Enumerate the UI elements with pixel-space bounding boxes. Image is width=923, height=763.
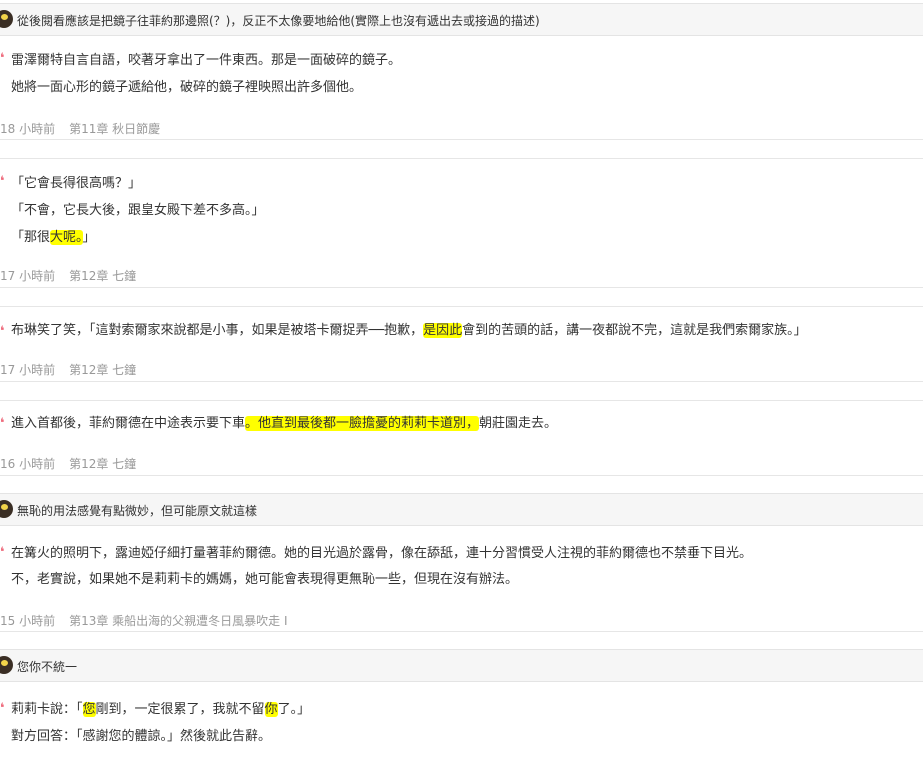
quote-line: 雷澤爾特自言自語，咬著牙拿出了一件東西。那是一面破碎的鏡子。 <box>11 53 402 68</box>
highlight: 是因此 <box>423 323 463 338</box>
highlight: 大呢。 <box>50 230 83 245</box>
timestamp: 18 小時前 <box>0 122 56 136</box>
divider <box>0 306 923 307</box>
comment-text: 從後閱看應該是把鏡子往菲約那邊照(？)，反正不太像要地給他(實際上也沒有遞出去或… <box>17 14 540 28</box>
quote-icon: ❛ <box>0 324 5 339</box>
quote-line: 進入首都後，菲約爾德在中途表示要下車。他直到最後都一臉擔憂的莉莉卡道別，朝莊園走… <box>11 415 557 433</box>
quote-icon: ❛ <box>0 51 5 66</box>
quote-icon: ❛ <box>0 545 5 560</box>
avatar-icon <box>0 500 13 518</box>
highlight: 您 <box>82 702 96 717</box>
quote-line: 「不會，它長大後，跟皇女殿下差不多高。」 <box>11 203 265 218</box>
quote-text: 朝莊園走去。 <box>479 416 558 431</box>
chapter-link[interactable]: 第12章 七鐘 <box>69 457 136 471</box>
quote-line: 她將一面心形的鏡子遞給他，破碎的鏡子裡映照出許多個他。 <box>11 80 363 95</box>
meta-row: 15 小時前 第13章 乘船出海的父親遭冬日風暴吹走 I <box>0 612 288 629</box>
timestamp: 15 小時前 <box>0 614 56 628</box>
chapter-link[interactable]: 第12章 七鐘 <box>69 363 136 377</box>
quote-text: 「那很 <box>11 230 51 245</box>
meta-row: 16 小時前 第12章 七鐘 <box>0 455 136 472</box>
divider <box>0 381 923 382</box>
quote-line: 在篝火的照明下，露迪婭仔細打量著菲約爾德。她的目光過於露骨，像在舔舐，連十分習慣… <box>11 546 753 561</box>
meta-row: 18 小時前 第11章 秋日節慶 <box>0 120 160 137</box>
chapter-link[interactable]: 第11章 秋日節慶 <box>69 122 160 136</box>
quote-text: 莉莉卡說：「 <box>11 702 83 717</box>
divider <box>0 400 923 401</box>
meta-row: 17 小時前 第12章 七鐘 <box>0 361 136 378</box>
avatar-icon <box>0 656 13 674</box>
timestamp: 16 小時前 <box>0 457 56 471</box>
divider <box>0 287 923 288</box>
highlight: 。他直到最後都一臉擔憂的莉莉卡道別， <box>245 416 480 431</box>
divider <box>0 475 923 476</box>
comment-bar: 無恥的用法感覺有點微妙，但可能原文就這樣 <box>0 493 923 526</box>
quote-line: 「它會長得很高嗎？」 <box>11 176 142 191</box>
quote-text: 」 <box>82 230 96 245</box>
divider <box>0 158 923 159</box>
quote-line: 莉莉卡說：「您剛到，一定很累了，我就不留你了。」 <box>11 701 310 719</box>
quote-line: 對方回答：「感謝您的體諒。」然後就此告辭。 <box>11 729 272 744</box>
comment-text: 無恥的用法感覺有點微妙，但可能原文就這樣 <box>17 504 258 518</box>
divider <box>0 631 923 632</box>
highlight: 你 <box>264 702 278 717</box>
quote-text: 進入首都後，菲約爾德在中途表示要下車 <box>11 416 246 431</box>
meta-row: 17 小時前 第12章 七鐘 <box>0 267 136 284</box>
comment-bar: 從後閱看應該是把鏡子往菲約那邊照(？)，反正不太像要地給他(實際上也沒有遞出去或… <box>0 3 923 36</box>
divider <box>0 139 923 140</box>
quote-text: 剛到，一定很累了，我就不留 <box>95 702 265 717</box>
quote-line: 不，老實說，如果她不是莉莉卡的媽媽，她可能會表現得更無恥一些，但現在沒有辦法。 <box>11 572 519 587</box>
timestamp: 17 小時前 <box>0 363 56 377</box>
quote-icon: ❛ <box>0 701 5 716</box>
quote-line: 布琳笑了笑，「這對索爾家來說都是小事，如果是被塔卡爾捉弄──抱歉，是因此會到的苦… <box>11 322 807 340</box>
quote-icon: ❛ <box>0 416 5 431</box>
quote-text: 了。」 <box>277 702 311 717</box>
chapter-link[interactable]: 第12章 七鐘 <box>69 269 136 283</box>
quote-icon: ❛ <box>0 174 5 189</box>
quote-line: 「那很大呢。」 <box>11 229 96 247</box>
comment-bar: 您你不統一 <box>0 649 923 682</box>
chapter-link[interactable]: 第13章 乘船出海的父親遭冬日風暴吹走 I <box>69 614 287 628</box>
timestamp: 17 小時前 <box>0 269 56 283</box>
quote-text: 布琳笑了笑，「這對索爾家來說都是小事，如果是被塔卡爾捉弄──抱歉， <box>11 323 424 338</box>
quote-text: 會到的苦頭的話，講一夜都說不完，這就是我們索爾家族。」 <box>462 323 807 338</box>
avatar-icon <box>0 10 13 28</box>
comment-text: 您你不統一 <box>17 660 78 674</box>
